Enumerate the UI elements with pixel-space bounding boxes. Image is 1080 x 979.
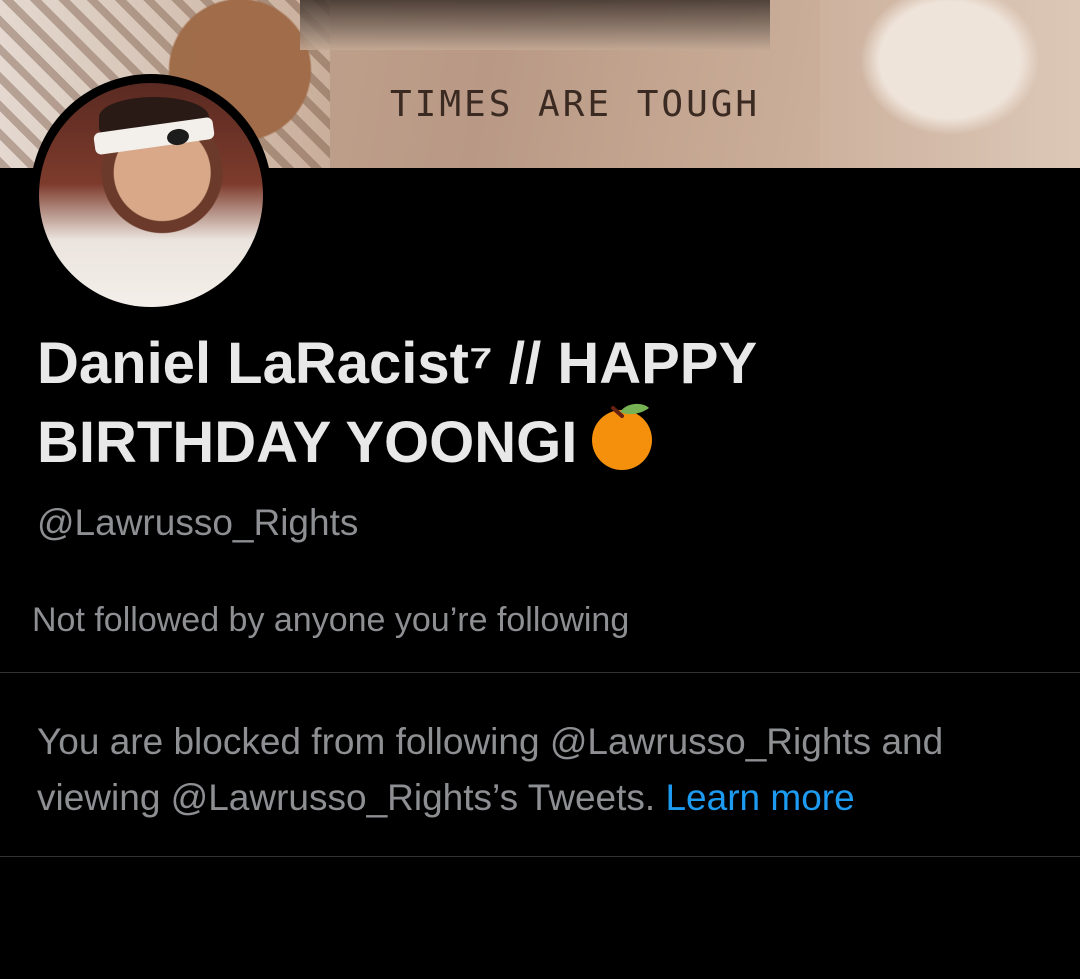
banner-collage-right [820,0,1080,168]
display-name-line2: BIRTHDAY YOONGI [37,410,578,475]
profile-handle: @Lawrusso_Rights [37,502,359,543]
display-name-line1: Daniel LaRacist⁷ // HAPPY [37,331,758,396]
blocked-notice: You are blocked from following @Lawrusso… [37,714,1057,826]
orange-icon [587,400,657,489]
avatar[interactable] [30,74,272,316]
divider [0,856,1080,857]
banner-collage-top [300,0,770,50]
avatar-image [39,83,263,307]
followers-you-know-note: Not followed by anyone you’re following [32,601,630,639]
divider [0,672,1080,673]
banner-text: TIMES ARE TOUGH [390,84,761,125]
display-name: Daniel LaRacist⁷ // HAPPY BIRTHDAY YOONG… [37,328,1037,489]
learn-more-link[interactable]: Learn more [665,777,854,818]
